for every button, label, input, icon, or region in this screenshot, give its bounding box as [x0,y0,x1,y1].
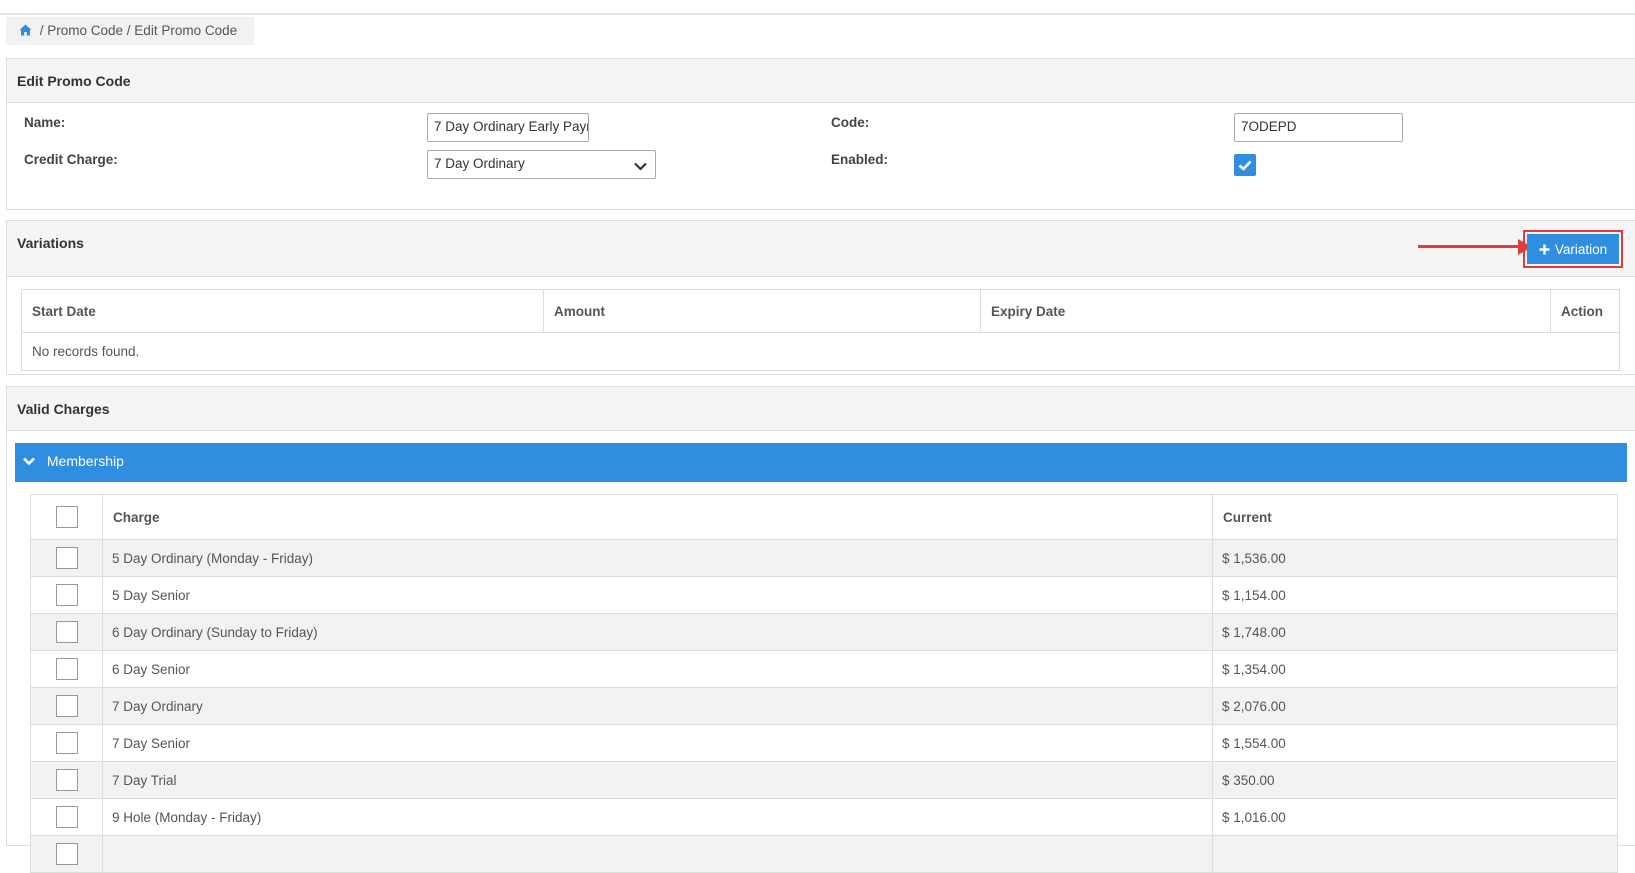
annotation-highlight-box: Variation [1523,230,1623,268]
table-row: 6 Day Senior $ 1,354.00 [30,650,1618,688]
charge-amount: $ 350.00 [1212,761,1618,799]
charge-amount: $ 1,554.00 [1212,724,1618,762]
column-header-current[interactable]: Current [1212,494,1618,540]
name-input[interactable]: 7 Day Ordinary Early Payn [427,113,589,142]
chevron-down-icon [23,453,35,469]
column-header-charge[interactable]: Charge [102,494,1213,540]
row-select-cell [30,835,103,873]
chevron-down-icon [634,159,647,174]
panel-title: Edit Promo Code [7,59,1635,103]
row-select-cell [30,539,103,577]
check-icon [1238,160,1252,171]
table-row: 9 Hole (Monday - Friday) $ 1,016.00 [30,798,1618,836]
table-row: 7 Day Senior $ 1,554.00 [30,724,1618,762]
charge-name: 5 Day Ordinary (Monday - Friday) [102,539,1213,577]
row-select-cell [30,761,103,799]
credit-charge-label: Credit Charge: [24,152,118,167]
breadcrumb: / Promo Code / Edit Promo Code [6,17,254,45]
column-header-start-date[interactable]: Start Date [21,289,544,333]
credit-charge-value: 7 Day Ordinary [434,156,525,171]
select-all-cell [30,494,103,540]
row-checkbox[interactable] [55,547,78,569]
column-header-action: Action [1550,289,1620,333]
home-icon[interactable] [19,24,32,39]
charge-name: 6 Day Ordinary (Sunday to Friday) [102,613,1213,651]
row-checkbox[interactable] [55,769,78,791]
top-divider [0,13,1635,15]
row-checkbox[interactable] [55,732,78,754]
select-all-checkbox[interactable] [55,506,78,528]
row-checkbox[interactable] [55,621,78,643]
charge-amount: $ 1,154.00 [1212,576,1618,614]
variations-panel: Variations Variation Start Date Amount E… [6,220,1635,375]
panel-title: Valid Charges [7,387,1635,431]
table-row [30,835,1618,873]
enabled-checkbox[interactable] [1234,154,1256,176]
charges-table: Charge Current 5 Day Ordinary (Monday - … [30,494,1618,873]
charge-name: 7 Day Senior [102,724,1213,762]
charge-amount [1212,835,1618,873]
membership-group-label: Membership [46,453,124,469]
column-header-amount[interactable]: Amount [543,289,981,333]
row-checkbox[interactable] [55,584,78,606]
row-select-cell [30,724,103,762]
name-label: Name: [24,115,66,130]
valid-charges-panel: Valid Charges Membership Charge Current … [6,386,1635,873]
table-row: 5 Day Ordinary (Monday - Friday) $ 1,536… [30,539,1618,577]
row-checkbox[interactable] [55,695,78,717]
row-checkbox[interactable] [55,658,78,680]
breadcrumb-trail[interactable]: / Promo Code / Edit Promo Code [40,23,237,38]
table-row: 7 Day Ordinary $ 2,076.00 [30,687,1618,725]
charge-name [102,835,1213,873]
variations-table: Start Date Amount Expiry Date Action No … [21,289,1620,371]
charge-name: 7 Day Trial [102,761,1213,799]
add-variation-button[interactable]: Variation [1527,234,1619,264]
charge-name: 9 Hole (Monday - Friday) [102,798,1213,836]
row-checkbox[interactable] [55,843,78,865]
panel-title: Variations [7,221,1635,277]
annotation-arrow-shaft [1418,245,1523,248]
table-row: 6 Day Ordinary (Sunday to Friday) $ 1,74… [30,613,1618,651]
table-header-row: Charge Current [30,494,1618,540]
charge-amount: $ 1,354.00 [1212,650,1618,688]
edit-promo-code-panel: Edit Promo Code Name: 7 Day Ordinary Ear… [6,58,1635,210]
charge-amount: $ 1,016.00 [1212,798,1618,836]
row-select-cell [30,613,103,651]
table-row: 5 Day Senior $ 1,154.00 [30,576,1618,614]
charge-amount: $ 2,076.00 [1212,687,1618,725]
column-header-expiry-date[interactable]: Expiry Date [980,289,1551,333]
code-label: Code: [831,115,870,130]
charge-name: 6 Day Senior [102,650,1213,688]
empty-message: No records found. [21,332,1620,371]
charge-amount: $ 1,536.00 [1212,539,1618,577]
row-select-cell [30,687,103,725]
enabled-label: Enabled: [831,152,889,167]
plus-icon [1539,244,1550,254]
add-variation-label: Variation [1554,241,1608,257]
row-select-cell [30,798,103,836]
code-input[interactable]: 7ODEPD [1234,113,1403,142]
table-header-row: Start Date Amount Expiry Date Action [21,289,1620,333]
row-select-cell [30,576,103,614]
charge-amount: $ 1,748.00 [1212,613,1618,651]
credit-charge-select[interactable]: 7 Day Ordinary [427,150,656,179]
row-checkbox[interactable] [55,806,78,828]
table-row: 7 Day Trial $ 350.00 [30,761,1618,799]
row-select-cell [30,650,103,688]
table-row: No records found. [21,332,1620,371]
charge-name: 7 Day Ordinary [102,687,1213,725]
charge-name: 5 Day Senior [102,576,1213,614]
membership-group-header[interactable]: Membership [15,443,1627,482]
